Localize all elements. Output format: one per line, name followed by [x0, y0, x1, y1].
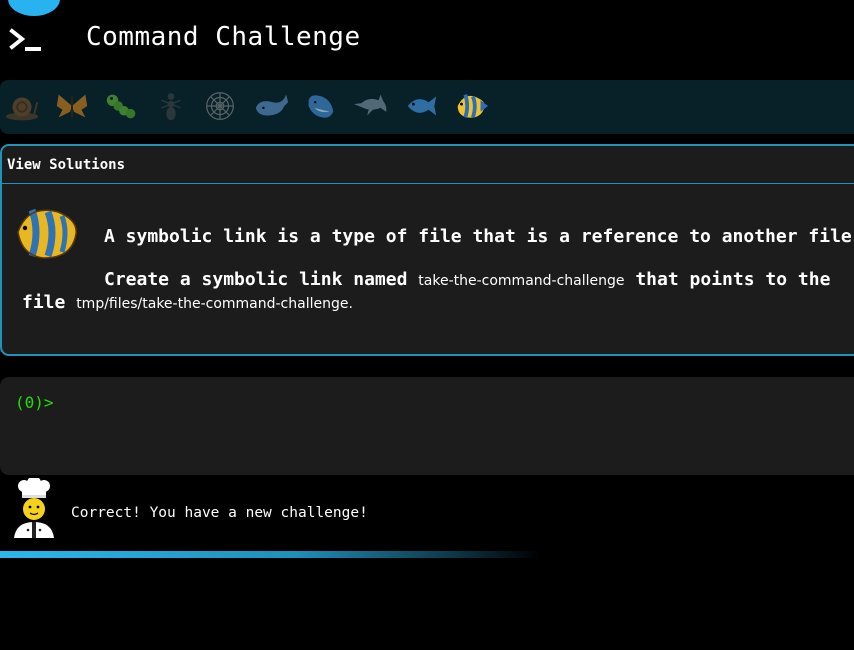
- challenge-task-continued: file tmp/files/take-the-command-challeng…: [22, 292, 353, 313]
- challenge-task: Create a symbolic link named take-the-co…: [104, 269, 830, 290]
- console-prompt: (0)>: [15, 393, 54, 412]
- view-solutions-link[interactable]: View Solutions: [7, 157, 125, 173]
- link-name-code: take-the-command-challenge: [418, 273, 625, 289]
- target-path-code: tmp/files/take-the-command-challenge: [76, 296, 349, 312]
- panel-header: View Solutions: [2, 146, 854, 184]
- task-prefix: Create a symbolic link named: [104, 269, 419, 290]
- terminal-icon: [9, 28, 41, 51]
- fish-icon: [407, 96, 437, 116]
- level-tropical-fish[interactable]: [451, 86, 491, 126]
- level-snail[interactable]: [2, 86, 42, 126]
- tropical-fish-icon: [457, 93, 489, 119]
- page-title: Command Challenge: [86, 22, 361, 52]
- challenge-panel: View Solutions: [0, 144, 854, 356]
- tropical-fish-icon: [17, 208, 77, 259]
- header: Command Challenge: [0, 0, 854, 80]
- caterpillar-icon: [106, 94, 136, 119]
- terminal-console[interactable]: (0)>: [0, 377, 854, 475]
- level-butterfly[interactable]: [52, 86, 92, 126]
- level-caterpillar[interactable]: [102, 86, 142, 126]
- butterfly-icon: [56, 94, 88, 118]
- snail-icon: [5, 97, 39, 121]
- spider-web-icon: [206, 92, 234, 120]
- level-whale[interactable]: [251, 86, 291, 126]
- level-dolphin[interactable]: [351, 86, 391, 126]
- task-file-word: file: [22, 292, 77, 313]
- feedback-message: Correct! You have a new challenge!: [71, 505, 368, 521]
- ant-icon: [161, 93, 181, 121]
- level-fish[interactable]: [401, 86, 441, 126]
- task-period: .: [348, 296, 353, 312]
- task-suffix: that points to the: [624, 269, 831, 290]
- level-ant[interactable]: [151, 86, 191, 126]
- whale-icon: [255, 94, 289, 116]
- challenge-description: A symbolic link is a type of file that i…: [104, 226, 854, 247]
- level-spouting-whale[interactable]: [300, 86, 340, 126]
- spouting-whale-icon: [308, 95, 334, 118]
- level-spider-web[interactable]: [200, 86, 240, 126]
- dolphin-icon: [353, 94, 387, 116]
- header-accent: [8, 0, 60, 16]
- chef-icon: [14, 478, 54, 538]
- progress-bar: [0, 551, 540, 558]
- level-bar: [0, 80, 854, 134]
